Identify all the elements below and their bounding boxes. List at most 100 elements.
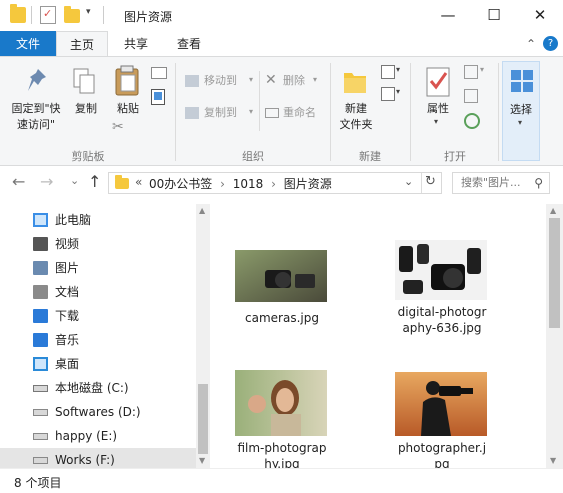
sidebar-item[interactable]: Softwares (D:) — [0, 400, 196, 424]
new-folder-button[interactable]: 新建 文件夹 — [334, 61, 378, 141]
divider — [103, 6, 104, 24]
item-count: 8 个项目 — [14, 476, 62, 490]
history-icon[interactable] — [464, 113, 480, 129]
clipboard-group-label: 剪贴板 — [71, 150, 105, 163]
window-title: 图片资源 — [124, 10, 173, 24]
scroll-thumb[interactable] — [198, 384, 208, 454]
sidebar-item[interactable]: 下载 — [0, 304, 196, 328]
customize-quick-access-icon[interactable]: ▾ — [86, 7, 91, 17]
new-group-label: 新建 — [359, 150, 381, 163]
refresh-icon[interactable]: ↻ — [425, 174, 436, 189]
cut-icon[interactable]: ✂ — [112, 119, 124, 135]
minimize-button[interactable]: — — [425, 0, 471, 31]
copy-path-icon[interactable] — [151, 67, 167, 79]
pin-label-2: 速访问" — [16, 118, 56, 131]
content-scrollbar[interactable]: ▲ ▼ — [546, 204, 563, 468]
sidebar-item-label: 此电脑 — [55, 213, 92, 227]
file-item[interactable]: digital-photogr aphy-636.jpg — [387, 238, 497, 348]
move-to-label: 移动到 — [204, 74, 237, 87]
video-folder-icon — [33, 237, 48, 251]
properties-quick-icon[interactable]: ✓ — [40, 6, 56, 24]
divider — [31, 6, 32, 24]
breadcrumb-overflow[interactable]: « — [135, 175, 142, 189]
tab-file[interactable]: 文件 — [0, 31, 56, 57]
scroll-up-icon[interactable]: ▲ — [550, 206, 556, 215]
paste-shortcut-icon[interactable] — [151, 89, 165, 105]
scroll-down-icon[interactable]: ▼ — [199, 456, 205, 465]
search-placeholder: 搜索"图片... — [461, 176, 521, 189]
chevron-down-icon: ▾ — [396, 87, 401, 96]
sidebar-item[interactable]: 音乐 — [0, 328, 196, 352]
properties-button[interactable]: 属性 ▾ — [418, 61, 458, 141]
file-item[interactable]: film-photograp hy.jpg — [232, 368, 332, 471]
sidebar-item[interactable]: 图片 — [0, 256, 196, 280]
copy-to-button[interactable]: 复制到 ▾ — [185, 105, 257, 125]
documents-folder-icon — [33, 285, 48, 299]
new-folder-quick-icon[interactable] — [64, 6, 80, 23]
divider — [498, 63, 499, 161]
sidebar-item[interactable]: 本地磁盘 (C:) — [0, 376, 196, 400]
address-dropdown-icon[interactable]: ⌄ — [404, 175, 413, 188]
move-to-icon — [185, 75, 199, 87]
scroll-down-icon[interactable]: ▼ — [550, 456, 556, 465]
tab-share[interactable]: 共享 — [112, 31, 160, 57]
file-name-line-1: photographer.j — [397, 441, 487, 455]
file-item[interactable]: cameras.jpg — [232, 244, 332, 354]
rename-label: 重命名 — [283, 106, 316, 119]
tab-home[interactable]: 主页 — [56, 31, 108, 57]
music-folder-icon — [33, 333, 48, 347]
up-arrow-icon: ↑ — [88, 172, 102, 191]
sidebar-item[interactable]: 桌面 — [0, 352, 196, 376]
help-icon[interactable]: ? — [543, 36, 558, 51]
search-input[interactable]: 搜索"图片... ⚲ — [452, 172, 550, 194]
forward-button[interactable]: → — [40, 172, 53, 191]
ribbon: 固定到"快 速访问" 复制 粘贴 ✂ 剪贴板 移动到 ▾ 复制到 ▾ ✕ 删除 — [0, 56, 563, 166]
sidebar-item[interactable]: 文档 — [0, 280, 196, 304]
search-icon[interactable]: ⚲ — [534, 173, 543, 193]
file-name-line-2: aphy-636.jpg — [402, 321, 482, 335]
open-icon[interactable] — [464, 65, 478, 79]
copy-button[interactable]: 复制 — [68, 61, 104, 121]
delete-button[interactable]: ✕ 删除 ▾ — [265, 72, 323, 93]
copy-label: 复制 — [75, 102, 97, 115]
sidebar-item[interactable]: 视频 — [0, 232, 196, 256]
chevron-down-icon: ▾ — [518, 118, 523, 127]
status-bar: 8 个项目 — [0, 468, 563, 493]
breadcrumb-item[interactable]: 00办公书签 — [149, 177, 212, 191]
nav-scrollbar[interactable]: ▲ ▼ — [196, 204, 210, 468]
pin-quick-access-button[interactable]: 固定到"快 速访问" — [4, 61, 68, 135]
properties-label: 属性 — [427, 102, 449, 115]
file-item[interactable]: photographer.j pg — [387, 368, 497, 471]
scroll-up-icon[interactable]: ▲ — [199, 206, 205, 215]
new-item-icon[interactable] — [381, 65, 395, 79]
sidebar-item[interactable]: happy (E:) — [0, 424, 196, 448]
drive-icon — [33, 409, 48, 416]
open-group-label: 打开 — [444, 150, 466, 163]
scroll-thumb[interactable] — [549, 218, 560, 328]
close-button[interactable]: ✕ — [517, 0, 563, 31]
tab-view[interactable]: 查看 — [165, 31, 213, 57]
drive-icon — [33, 433, 48, 440]
recent-locations-button[interactable]: ⌄ — [70, 174, 79, 187]
collapse-ribbon-icon[interactable]: ⌃ — [526, 37, 536, 51]
move-to-button[interactable]: 移动到 ▾ — [185, 73, 257, 93]
sidebar-item-label: 视频 — [55, 237, 80, 251]
paste-button[interactable]: 粘贴 — [108, 61, 148, 121]
file-name-line-1: film-photograp — [237, 441, 327, 455]
divider — [421, 173, 422, 193]
up-button[interactable]: ↑ — [88, 172, 101, 191]
rename-icon — [265, 108, 279, 118]
download-folder-icon — [33, 309, 48, 323]
maximize-button[interactable]: ☐ — [471, 0, 517, 31]
sidebar-item[interactable]: 此电脑 — [0, 208, 196, 232]
breadcrumb-item[interactable]: 1018 — [233, 177, 264, 191]
breadcrumb: 00办公书签 › 1018 › 图片资源 — [149, 175, 332, 192]
easy-access-icon[interactable] — [381, 87, 395, 101]
edit-icon[interactable] — [464, 89, 478, 103]
breadcrumb-item[interactable]: 图片资源 — [284, 177, 332, 191]
sidebar-item-label: 图片 — [55, 261, 80, 275]
back-button[interactable]: ← — [12, 172, 25, 191]
select-button[interactable]: 选择 ▾ — [502, 61, 540, 161]
rename-button[interactable]: 重命名 — [265, 105, 325, 125]
address-bar[interactable]: « 00办公书签 › 1018 › 图片资源 ⌄ ↻ — [108, 172, 442, 194]
